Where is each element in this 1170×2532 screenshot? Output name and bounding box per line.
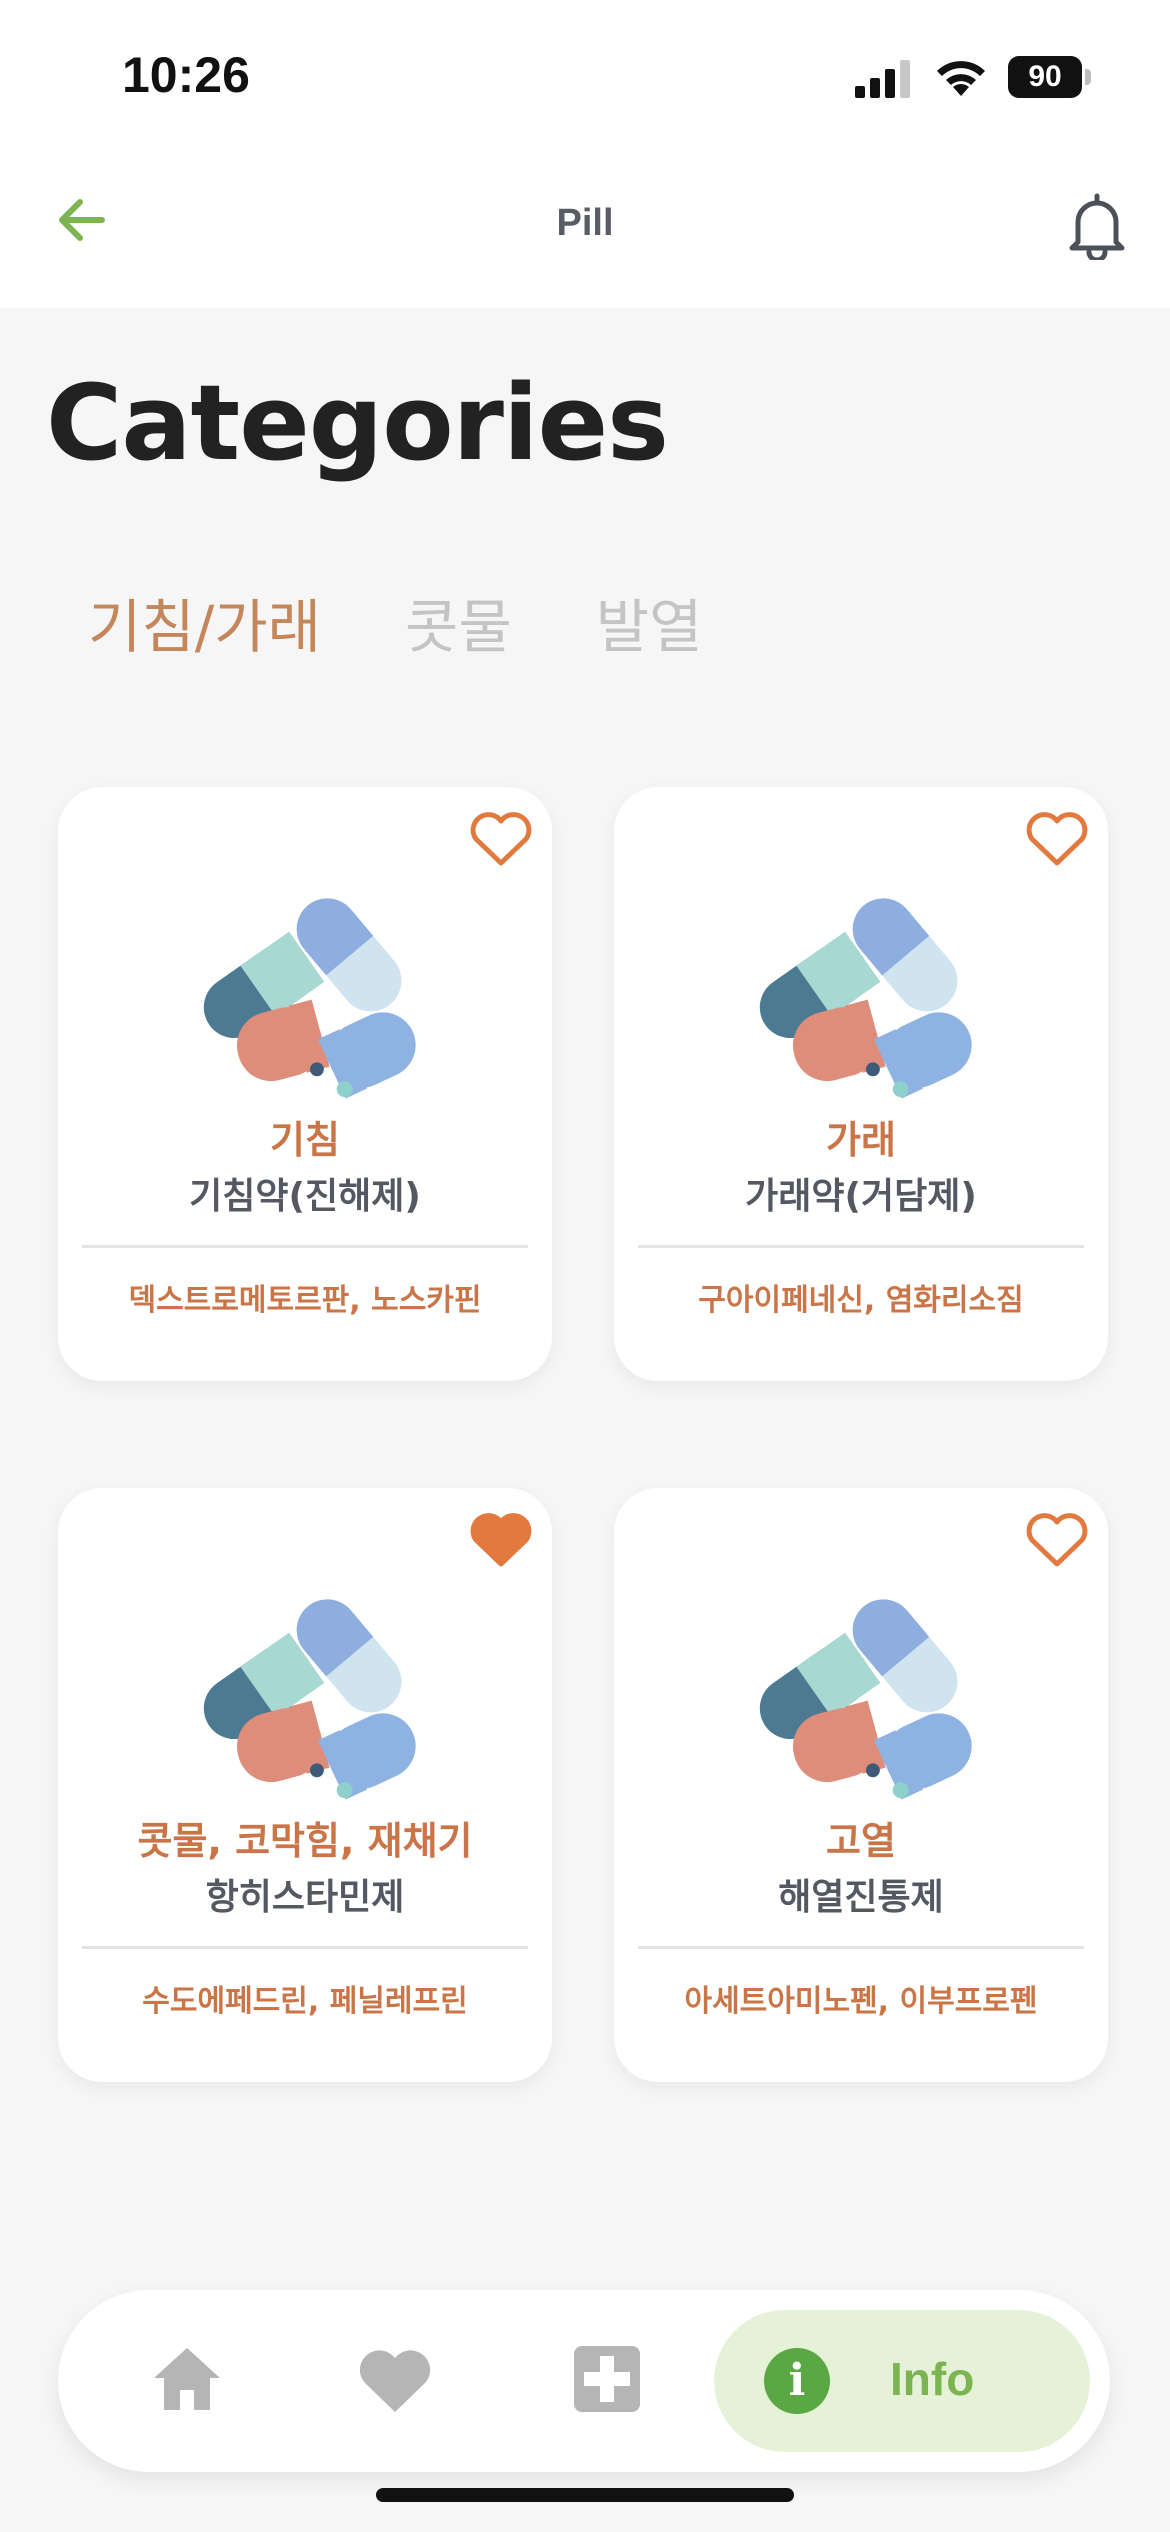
info-icon: i <box>764 2348 830 2414</box>
pill-illustration <box>747 1592 982 1800</box>
card-name: 고열 <box>826 1819 896 1863</box>
divider <box>82 1946 528 1949</box>
tab-cough-phlegm[interactable]: 기침/가래 <box>88 580 321 664</box>
category-card[interactable]: 기침 기침약(진해제) 덱스트로메토르판, 노스카핀 <box>58 787 552 1381</box>
heart-outline-icon[interactable] <box>1024 1510 1090 1570</box>
card-type: 항히스타민제 <box>205 1877 405 1918</box>
card-name: 콧물, 코막힘, 재채기 <box>137 1819 473 1863</box>
heart-icon[interactable] <box>356 2346 434 2416</box>
divider <box>638 1245 1084 1248</box>
bell-icon[interactable] <box>1066 192 1128 260</box>
heart-outline-icon[interactable] <box>468 809 534 869</box>
card-name: 가래 <box>826 1118 896 1162</box>
page-title: Categories <box>46 362 669 484</box>
pill-illustration <box>747 891 982 1099</box>
bottom-nav: i Info <box>58 2290 1110 2472</box>
card-ingredients: 아세트아미노펜, 이부프로펜 <box>684 1984 1038 2019</box>
card-name: 기침 <box>270 1118 340 1162</box>
pill-illustration <box>191 891 426 1099</box>
divider <box>82 1245 528 1248</box>
card-ingredients: 구아이페네신, 염화리소짐 <box>698 1283 1024 1318</box>
heart-outline-icon[interactable] <box>1024 809 1090 869</box>
divider <box>638 1946 1084 1949</box>
tab-runny-nose[interactable]: 콧물 <box>405 580 512 664</box>
tab-fever[interactable]: 발열 <box>596 580 703 664</box>
category-card[interactable]: 콧물, 코막힘, 재채기 항히스타민제 수도에페드린, 페닐레프린 <box>58 1488 552 2082</box>
nav-title: Pill <box>556 202 614 244</box>
plus-box-icon[interactable] <box>572 2344 642 2414</box>
pill-illustration <box>191 1592 426 1800</box>
card-type: 해열진통제 <box>778 1877 944 1918</box>
nav-bar: Pill <box>0 150 1170 308</box>
status-bar: 10:26 90 <box>0 0 1170 150</box>
status-time: 10:26 <box>122 47 250 103</box>
card-ingredients: 수도에페드린, 페닐레프린 <box>142 1984 468 2019</box>
nav-info-button[interactable]: i Info <box>714 2310 1090 2452</box>
card-ingredients: 덱스트로메토르판, 노스카핀 <box>128 1283 482 1318</box>
category-tabs: 기침/가래 콧물 발열 <box>88 580 702 664</box>
wifi-icon <box>937 61 985 96</box>
heart-filled-icon[interactable] <box>468 1510 534 1570</box>
nav-info-label: Info <box>890 2353 975 2405</box>
category-card[interactable]: 가래 가래약(거담제) 구아이페네신, 염화리소짐 <box>614 787 1108 1381</box>
battery-icon: 90 <box>1008 56 1092 98</box>
home-icon[interactable] <box>150 2344 224 2414</box>
battery-level: 90 <box>1008 56 1082 98</box>
card-type: 가래약(거담제) <box>745 1176 977 1217</box>
card-type: 기침약(진해제) <box>189 1176 421 1217</box>
signal-icon <box>855 60 910 98</box>
category-card[interactable]: 고열 해열진통제 아세트아미노펜, 이부프로펜 <box>614 1488 1108 2082</box>
home-indicator <box>376 2488 794 2502</box>
